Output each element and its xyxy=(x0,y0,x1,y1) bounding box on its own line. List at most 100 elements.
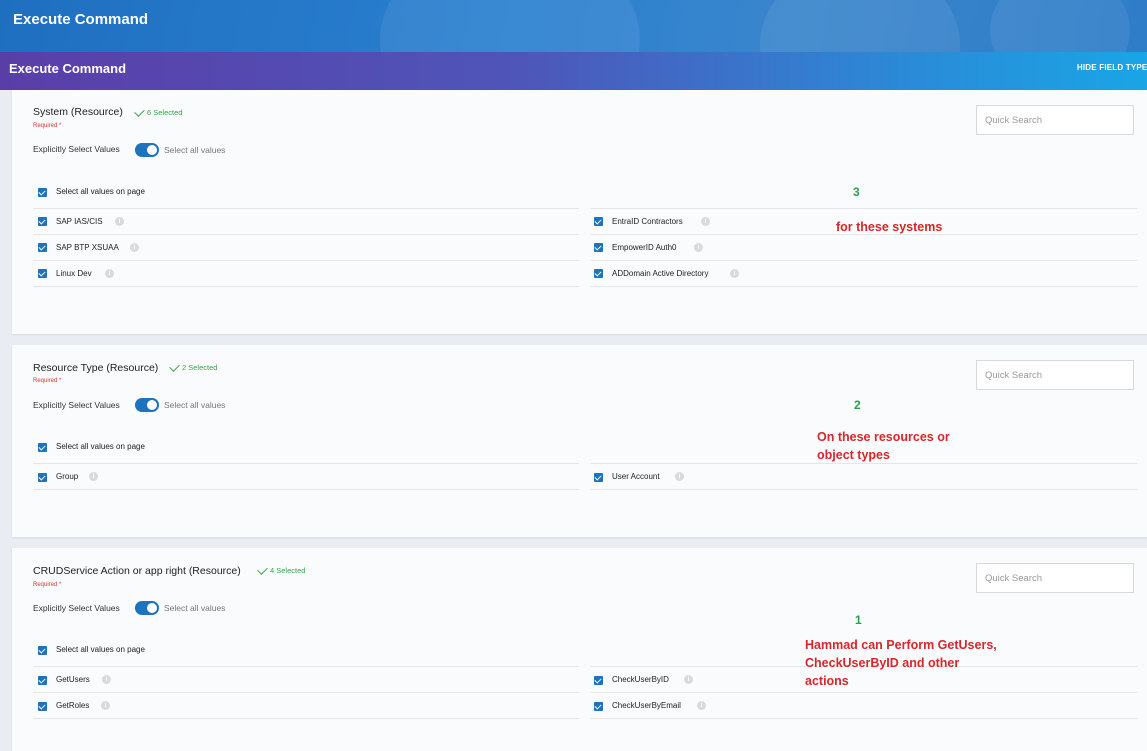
option-label: SAP IAS/CIS xyxy=(56,217,103,226)
info-icon[interactable]: i xyxy=(694,243,703,252)
annotation-text: On these resources or object types xyxy=(817,428,950,464)
divider xyxy=(33,234,579,235)
annotation-text-line: On these resources or xyxy=(817,430,950,444)
info-icon[interactable]: i xyxy=(115,217,124,226)
info-icon[interactable]: i xyxy=(697,701,706,710)
info-icon[interactable]: i xyxy=(105,269,114,278)
section-resource-type: Resource Type (Resource) 2 Selected Requ… xyxy=(12,345,1147,537)
check-icon xyxy=(257,563,268,575)
annotation-number: 2 xyxy=(854,398,861,412)
top-bar: Execute Command xyxy=(0,0,1147,52)
required-label: Required * xyxy=(33,123,62,129)
divider xyxy=(591,286,1137,287)
info-icon[interactable]: i xyxy=(701,217,710,226)
info-icon[interactable]: i xyxy=(675,472,684,481)
info-icon[interactable]: i xyxy=(101,701,110,710)
select-all-on-page-checkbox[interactable] xyxy=(38,188,47,197)
option-checkbox[interactable] xyxy=(38,269,47,278)
quick-search-input[interactable] xyxy=(976,563,1134,593)
divider xyxy=(33,208,579,209)
annotation-text: Hammad can Perform GetUsers, CheckUserBy… xyxy=(805,636,997,690)
explicit-select-label: Explicitly Select Values xyxy=(33,400,120,410)
selected-count: 4 Selected xyxy=(257,563,306,575)
section-title: CRUDService Action or app right (Resourc… xyxy=(33,565,241,577)
annotation-number: 3 xyxy=(853,185,860,199)
divider xyxy=(33,718,579,719)
option-checkbox[interactable] xyxy=(594,269,603,278)
form-header: Execute Command HIDE FIELD TYPES xyxy=(0,52,1147,90)
divider xyxy=(33,692,579,693)
option-label: GetRoles xyxy=(56,701,90,710)
selected-count-label: 4 Selected xyxy=(270,566,306,575)
explicit-select-label: Explicitly Select Values xyxy=(33,144,120,154)
option-label: EmpowerID Auth0 xyxy=(612,243,677,252)
hide-field-types-link[interactable]: HIDE FIELD TYPES xyxy=(1077,63,1147,72)
selected-count: 6 Selected xyxy=(134,105,183,117)
check-icon xyxy=(134,105,145,117)
option-checkbox[interactable] xyxy=(38,473,47,482)
select-all-values-label: Select all values xyxy=(164,145,226,155)
option-checkbox[interactable] xyxy=(594,702,603,711)
annotation-text: for these systems xyxy=(836,220,943,234)
option-label: ADDomain Active Directory xyxy=(612,269,709,278)
info-icon[interactable]: i xyxy=(730,269,739,278)
explicit-select-label: Explicitly Select Values xyxy=(33,603,120,613)
quick-search-input[interactable] xyxy=(976,105,1134,135)
option-label: Linux Dev xyxy=(56,269,92,278)
option-checkbox[interactable] xyxy=(594,473,603,482)
option-label: CheckUserByEmail xyxy=(612,701,681,710)
option-checkbox[interactable] xyxy=(38,243,47,252)
option-checkbox[interactable] xyxy=(594,676,603,685)
window-title: Execute Command xyxy=(13,11,149,28)
select-all-on-page-label: Select all values on page xyxy=(56,645,145,654)
annotation-text-line: CheckUserByID and other xyxy=(805,656,960,670)
option-checkbox[interactable] xyxy=(594,217,603,226)
check-icon xyxy=(169,360,180,372)
option-label: GetUsers xyxy=(56,675,90,684)
annotation-text-line: actions xyxy=(805,674,849,688)
explicit-select-toggle[interactable] xyxy=(135,143,159,157)
option-label: Group xyxy=(56,472,79,481)
explicit-select-toggle[interactable] xyxy=(135,398,159,412)
option-checkbox[interactable] xyxy=(38,676,47,685)
option-label: User Account xyxy=(612,472,660,481)
annotation-text-line: object types xyxy=(817,448,890,462)
info-icon[interactable]: i xyxy=(130,243,139,252)
info-icon[interactable]: i xyxy=(684,675,693,684)
divider xyxy=(591,718,1137,719)
divider xyxy=(591,260,1137,261)
decorative-shape xyxy=(380,0,640,52)
explicit-select-toggle[interactable] xyxy=(135,601,159,615)
option-label: SAP BTP XSUAA xyxy=(56,243,119,252)
selected-count: 2 Selected xyxy=(169,360,217,372)
section-title: Resource Type (Resource) xyxy=(33,362,159,374)
select-all-on-page-label: Select all values on page xyxy=(56,442,145,451)
required-label: Required * xyxy=(33,582,62,588)
option-label: CheckUserByID xyxy=(612,675,669,684)
decorative-shape xyxy=(990,0,1130,52)
info-icon[interactable]: i xyxy=(89,472,98,481)
required-label: Required * xyxy=(33,378,62,384)
annotation-number: 1 xyxy=(855,613,862,627)
option-checkbox[interactable] xyxy=(38,702,47,711)
form-title: Execute Command xyxy=(9,61,127,76)
option-checkbox[interactable] xyxy=(594,243,603,252)
option-label: EntraID Contractors xyxy=(612,217,683,226)
divider xyxy=(33,489,579,490)
divider xyxy=(33,286,579,287)
select-all-values-label: Select all values xyxy=(164,603,226,613)
select-all-values-label: Select all values xyxy=(164,400,226,410)
select-all-on-page-checkbox[interactable] xyxy=(38,443,47,452)
divider xyxy=(591,692,1137,693)
divider xyxy=(33,260,579,261)
info-icon[interactable]: i xyxy=(102,675,111,684)
select-all-on-page-label: Select all values on page xyxy=(56,187,145,196)
divider xyxy=(591,489,1137,490)
quick-search-input[interactable] xyxy=(976,360,1134,390)
selected-count-label: 6 Selected xyxy=(147,108,183,117)
select-all-on-page-checkbox[interactable] xyxy=(38,646,47,655)
divider xyxy=(591,208,1137,209)
option-checkbox[interactable] xyxy=(38,217,47,226)
section-system: System (Resource) 6 Selected Required * … xyxy=(12,90,1147,334)
divider xyxy=(33,463,579,464)
